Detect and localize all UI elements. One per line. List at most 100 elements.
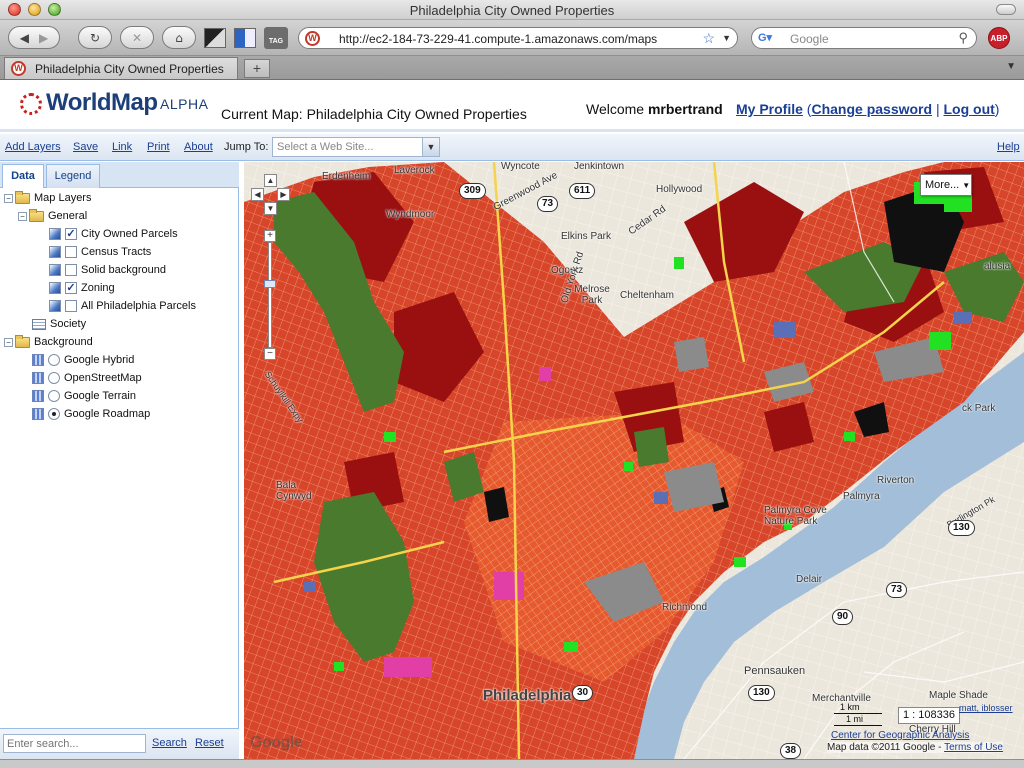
layer-item-census-tracts[interactable]: Census Tracts (49, 243, 151, 261)
layer-item-zoning[interactable]: ✓ Zoning (49, 279, 115, 297)
map-canvas[interactable] (244, 162, 1024, 759)
worldmap-logo-icon (20, 93, 42, 115)
jump-to-label: Jump To: (224, 141, 269, 153)
new-tab-button[interactable]: + (244, 59, 270, 78)
tree-node-label: General (48, 210, 88, 222)
attribution-link[interactable]: matt, iblosser (959, 703, 1013, 713)
layer-item-solid-background[interactable]: Solid background (49, 261, 166, 279)
layer-checkbox[interactable] (65, 300, 77, 312)
zoom-control: + − (264, 230, 276, 360)
cga-link[interactable]: Center for Geographic Analysis (831, 730, 969, 741)
username: mrbertrand (647, 101, 723, 117)
tree-node-map-layers[interactable]: − Map Layers (4, 189, 91, 207)
tab-legend[interactable]: Legend (46, 164, 100, 188)
help-link[interactable]: Help (997, 141, 1020, 153)
link-link[interactable]: Link (112, 141, 132, 153)
zoom-slider-thumb[interactable] (264, 280, 276, 288)
extension-icon-1[interactable] (204, 28, 226, 48)
map-label-wyncote: Wyncote (501, 162, 540, 172)
change-password-link[interactable]: Change password (811, 101, 932, 117)
highway-shield-90: 90 (832, 609, 854, 625)
basemap-radio[interactable] (48, 354, 60, 366)
layer-checkbox[interactable] (65, 264, 77, 276)
collapse-icon[interactable]: − (4, 193, 13, 203)
basemap-radio[interactable] (48, 408, 60, 420)
pan-up-button[interactable]: ▲ (264, 174, 277, 187)
search-input[interactable] (4, 735, 145, 752)
basemap-icon (32, 408, 44, 420)
layer-checkbox[interactable] (65, 246, 77, 258)
map-copyright: Map data ©2011 Google - Terms of Use (827, 742, 1003, 753)
add-layers-link[interactable]: Add Layers (5, 141, 61, 153)
basemap-item-google-terrain[interactable]: Google Terrain (32, 387, 136, 405)
more-button-label: More... (925, 179, 960, 191)
adblock-plus-icon[interactable]: ABP (988, 27, 1010, 49)
browser-tab-active[interactable]: W Philadelphia City Owned Properties (4, 57, 238, 79)
pan-right-button[interactable]: ▶ (277, 188, 290, 201)
layer-checkbox[interactable]: ✓ (65, 228, 77, 240)
tab-favicon-icon: W (11, 61, 26, 76)
print-link[interactable]: Print (147, 141, 170, 153)
pan-down-button[interactable]: ▼ (264, 202, 277, 215)
layer-label: Solid background (81, 264, 167, 276)
map-viewport[interactable]: Wyncote Jenkintown Erdenheim Laverock Ho… (244, 162, 1024, 759)
basemap-radio[interactable] (48, 372, 60, 384)
map-label-cheltenham: Cheltenham (620, 290, 674, 301)
tree-node-label: Society (50, 318, 87, 330)
pan-left-button[interactable]: ◀ (251, 188, 264, 201)
highway-shield-30: 30 (572, 685, 594, 701)
zoom-in-button[interactable]: + (264, 230, 276, 242)
forward-icon[interactable]: ▶ (39, 31, 48, 45)
tab-list-menu-icon[interactable]: ▼ (1006, 61, 1016, 72)
basemap-item-openstreetmap[interactable]: OpenStreetMap (32, 369, 142, 387)
user-links: My Profile (Change password | Log out) (736, 101, 999, 117)
collapse-icon[interactable]: − (18, 211, 27, 221)
app-header: WorldMap ALPHA Current Map: Philadelphia… (0, 81, 1024, 132)
save-link[interactable]: Save (73, 141, 98, 153)
map-label-palmyra-cove: Palmyra Cove Nature Park (764, 505, 827, 527)
search-link[interactable]: Search (152, 737, 187, 749)
collapse-icon[interactable]: − (4, 337, 13, 347)
tree-node-background[interactable]: − Background (4, 333, 93, 351)
url-history-dropdown-icon[interactable]: ▼ (722, 33, 731, 43)
toolbar-toggle-button[interactable] (996, 4, 1016, 15)
tag-icon[interactable]: TAG (264, 27, 288, 49)
chevron-down-icon[interactable]: ▼ (422, 138, 439, 156)
bookmark-star-icon[interactable]: ☆ (702, 30, 715, 47)
basemap-item-google-hybrid[interactable]: Google Hybrid (32, 351, 134, 369)
highway-shield-130-north: 130 (948, 520, 975, 536)
google-logo: Google (250, 734, 303, 751)
home-button[interactable]: ⌂ (162, 26, 196, 49)
basemap-radio[interactable] (48, 390, 60, 402)
layer-item-all-philadelphia-parcels[interactable]: All Philadelphia Parcels (49, 297, 196, 315)
zoom-slider-track[interactable] (268, 242, 272, 348)
map-label-elkins-park: Elkins Park (561, 231, 612, 242)
tree-node-society[interactable]: Society (32, 315, 86, 333)
browser-search-bar[interactable]: G▾ Google ⚲ (751, 27, 977, 49)
google-search-engine-icon[interactable]: G▾ (758, 31, 774, 46)
highway-shield-73-north: 73 (537, 196, 559, 212)
my-profile-link[interactable]: My Profile (736, 101, 803, 117)
basemap-item-google-roadmap[interactable]: Google Roadmap (32, 405, 150, 423)
reload-button[interactable]: ↻ (78, 26, 112, 49)
stop-button[interactable]: ✕ (120, 26, 154, 49)
worldmap-logo[interactable]: WorldMap (46, 89, 158, 117)
log-out-link[interactable]: Log out (943, 101, 994, 117)
zoom-out-button[interactable]: − (264, 348, 276, 360)
tab-data[interactable]: Data (2, 164, 44, 188)
extension-icon-2[interactable] (234, 28, 256, 48)
about-link[interactable]: About (184, 141, 213, 153)
address-bar[interactable]: W http://ec2-184-73-229-41.compute-1.ama… (298, 27, 738, 49)
search-icon[interactable]: ⚲ (958, 30, 968, 46)
layer-item-city-owned-parcels[interactable]: ✓ City Owned Parcels (49, 225, 178, 243)
basemap-label: OpenStreetMap (64, 372, 142, 384)
reset-link[interactable]: Reset (195, 737, 224, 749)
tree-node-general[interactable]: − General (18, 207, 87, 225)
jump-to-select[interactable]: Select a Web Site... ▼ (272, 137, 440, 157)
back-icon[interactable]: ◀ (20, 31, 29, 45)
map-label-bala-cynwyd: Bala Cynwyd (276, 480, 312, 502)
more-basemaps-button[interactable]: More... ▼ (920, 174, 972, 196)
terms-of-use-link[interactable]: Terms of Use (944, 742, 1003, 753)
layer-checkbox[interactable]: ✓ (65, 282, 77, 294)
basemap-icon (32, 390, 44, 402)
